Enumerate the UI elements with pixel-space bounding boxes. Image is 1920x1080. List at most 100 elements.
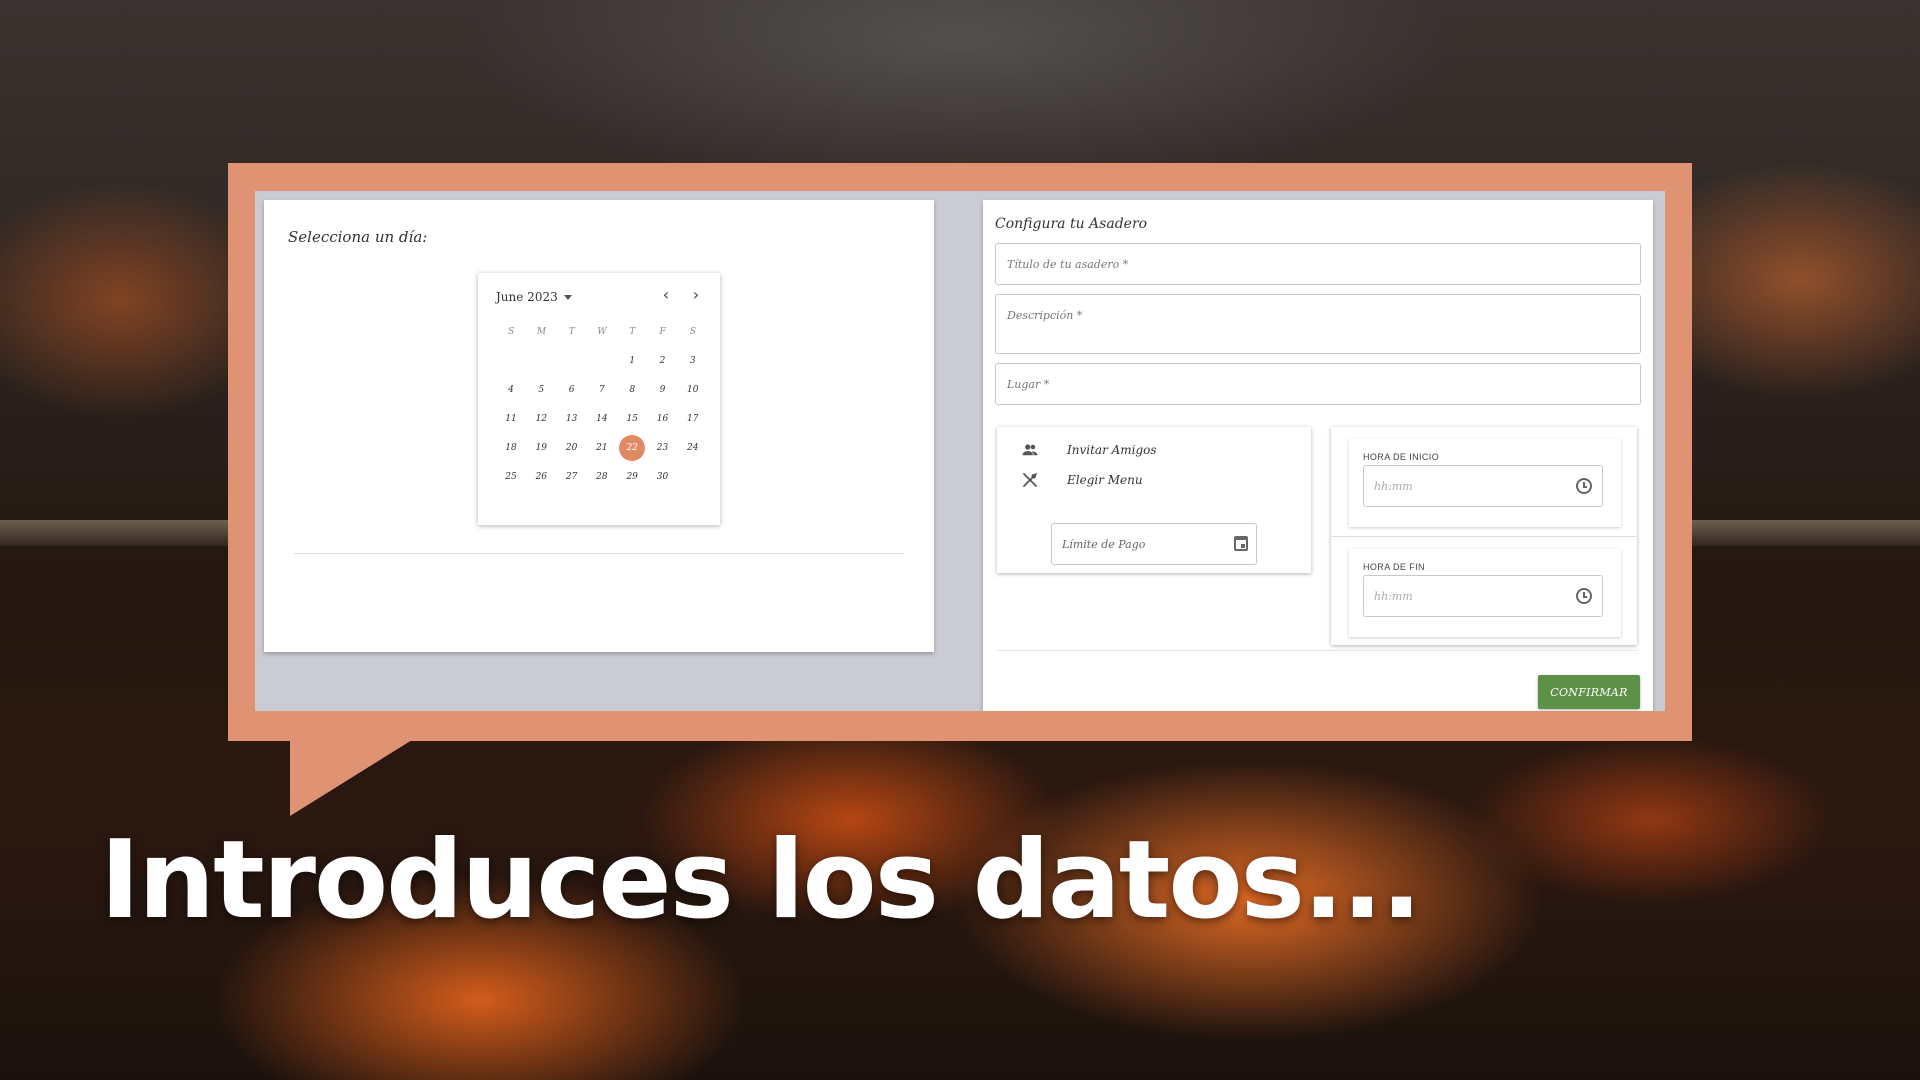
calendar-day[interactable]: 6 (559, 377, 585, 403)
app-screenshot: Selecciona un día: June 2023 ‹ › S M T W T F S… (255, 191, 1665, 711)
people-icon (1021, 441, 1039, 459)
description-placeholder: Descripción * (1007, 309, 1083, 322)
calendar-day-cell: 3 (678, 347, 708, 376)
calendar-day-cell: 18 (496, 434, 526, 463)
calendar-day-cell: 5 (526, 376, 556, 405)
cutlery-icon (1021, 471, 1039, 489)
calendar-day-cell: 25 (496, 463, 526, 492)
calendar-weekday-header: T (629, 327, 636, 337)
end-time-box: HORA DE FIN hh:mm (1349, 549, 1621, 637)
end-time-label: HORA DE FIN (1363, 562, 1425, 572)
calendar-day[interactable]: 15 (619, 406, 645, 432)
clock-icon[interactable] (1576, 588, 1592, 604)
clock-icon[interactable] (1576, 478, 1592, 494)
calendar-empty-cell (587, 347, 617, 376)
calendar-day-cell: 7 (587, 376, 617, 405)
calendar-empty-cell (526, 347, 556, 376)
title-input[interactable]: Título de tu asadero * (995, 243, 1641, 285)
calendar-day[interactable]: 8 (619, 377, 645, 403)
calendar-day[interactable]: 21 (589, 435, 615, 461)
calendar-day[interactable]: 11 (498, 406, 524, 432)
calendar-weekday-header: T (568, 327, 575, 337)
title-placeholder: Título de tu asadero * (1007, 258, 1129, 271)
calendar-empty-cell (496, 347, 526, 376)
calendar-day-cell: 15 (617, 405, 647, 434)
payment-limit-placeholder: Límite de Pago (1062, 538, 1146, 551)
start-time-placeholder: hh:mm (1374, 480, 1413, 493)
form-title: Configura tu Asadero (995, 216, 1148, 232)
calendar-icon[interactable] (1234, 536, 1248, 551)
calendar-day-selected[interactable]: 22 (619, 435, 646, 461)
calendar-day[interactable]: 7 (589, 377, 615, 403)
place-placeholder: Lugar * (1007, 378, 1050, 391)
options-card: Invitar Amigos Elegir Menu Límite de Pag… (997, 427, 1311, 573)
choose-menu-button[interactable]: Elegir Menu (1067, 473, 1143, 487)
calendar-day[interactable]: 25 (498, 464, 524, 490)
headline: Introduces los datos... (100, 818, 1422, 943)
calendar-day[interactable]: 5 (528, 377, 554, 403)
place-input[interactable]: Lugar * (995, 363, 1641, 405)
calendar-day[interactable]: 28 (589, 464, 615, 490)
calendar-day[interactable]: 19 (528, 435, 554, 461)
calendar-day-cell: 28 (587, 463, 617, 492)
calendar-weekday-header: F (659, 327, 666, 337)
calendar-day[interactable]: 4 (498, 377, 524, 403)
end-time-input[interactable]: hh:mm (1363, 575, 1603, 617)
chevron-left-icon[interactable]: ‹ (656, 285, 676, 305)
confirm-button[interactable]: CONFIRMAR (1538, 675, 1640, 709)
calendar-day-cell: 26 (526, 463, 556, 492)
divider (1331, 536, 1637, 537)
calendar-day-cell: 20 (557, 434, 587, 463)
calendar-day[interactable]: 13 (559, 406, 585, 432)
calendar-day-cell: 27 (557, 463, 587, 492)
calendar-day-cell: 19 (526, 434, 556, 463)
chevron-down-icon[interactable] (564, 295, 572, 300)
start-time-box: HORA DE INICIO hh:mm (1349, 439, 1621, 527)
calendar-day-cell: 8 (617, 376, 647, 405)
calendar-day[interactable]: 9 (649, 377, 675, 403)
calendar-day-cell: 6 (557, 376, 587, 405)
date-picker-card: Selecciona un día: June 2023 ‹ › S M T W T F S… (264, 200, 934, 652)
calendar-weekday-header: W (597, 327, 607, 337)
calendar-day[interactable]: 27 (559, 464, 585, 490)
calendar-weekday-header: S (689, 327, 697, 337)
chevron-right-icon[interactable]: › (686, 285, 706, 305)
payment-limit-input[interactable]: Límite de Pago (1051, 523, 1257, 565)
calendar-day-cell: 14 (587, 405, 617, 434)
invite-friends-button[interactable]: Invitar Amigos (1067, 443, 1157, 457)
calendar-month-label[interactable]: June 2023 (496, 290, 558, 304)
calendar-grid: S M T W T F S 1 2 3 4 5 6 7 8 9 10 11 12 13 14 15 16 17 18 19 20 21… (496, 318, 708, 492)
calendar-empty-cell (557, 347, 587, 376)
calendar-day[interactable]: 26 (528, 464, 554, 490)
calendar-day[interactable]: 10 (680, 377, 706, 403)
calendar-day-cell: 9 (647, 376, 677, 405)
start-time-label: HORA DE INICIO (1363, 452, 1440, 462)
calendar-day[interactable]: 3 (680, 348, 706, 374)
time-card: HORA DE INICIO hh:mm HORA DE FIN hh:mm (1331, 427, 1637, 645)
calendar-weekday-header: S (508, 327, 515, 337)
calendar-day-cell: 1 (617, 347, 647, 376)
calendar-day-cell: 22 (617, 434, 647, 463)
calendar-day[interactable]: 16 (649, 406, 675, 432)
calendar-day-cell: 2 (647, 347, 677, 376)
calendar-day-cell: 29 (617, 463, 647, 492)
description-input[interactable]: Descripción * (995, 294, 1641, 354)
calendar-day[interactable]: 24 (680, 435, 706, 461)
start-time-input[interactable]: hh:mm (1363, 465, 1603, 507)
calendar-weekday-header: M (536, 327, 547, 337)
calendar-day[interactable]: 18 (498, 435, 524, 461)
calendar-day-cell: 17 (678, 405, 708, 434)
calendar-day[interactable]: 12 (528, 406, 554, 432)
calendar-day-cell: 30 (647, 463, 677, 492)
speech-bubble-frame: Selecciona un día: June 2023 ‹ › S M T W T F S… (228, 163, 1692, 741)
calendar-day[interactable]: 20 (559, 435, 585, 461)
calendar-day[interactable]: 23 (649, 435, 675, 461)
calendar-day[interactable]: 30 (649, 464, 675, 490)
calendar-day[interactable]: 2 (649, 348, 675, 374)
calendar-day-cell: 10 (678, 376, 708, 405)
calendar-day[interactable]: 1 (619, 348, 645, 374)
calendar: June 2023 ‹ › S M T W T F S 1 2 3 4 5 6 7 8 9 10 11 12 13 14… (478, 273, 720, 525)
calendar-day[interactable]: 14 (589, 406, 615, 432)
calendar-day[interactable]: 17 (680, 406, 706, 432)
calendar-day[interactable]: 29 (619, 464, 645, 490)
